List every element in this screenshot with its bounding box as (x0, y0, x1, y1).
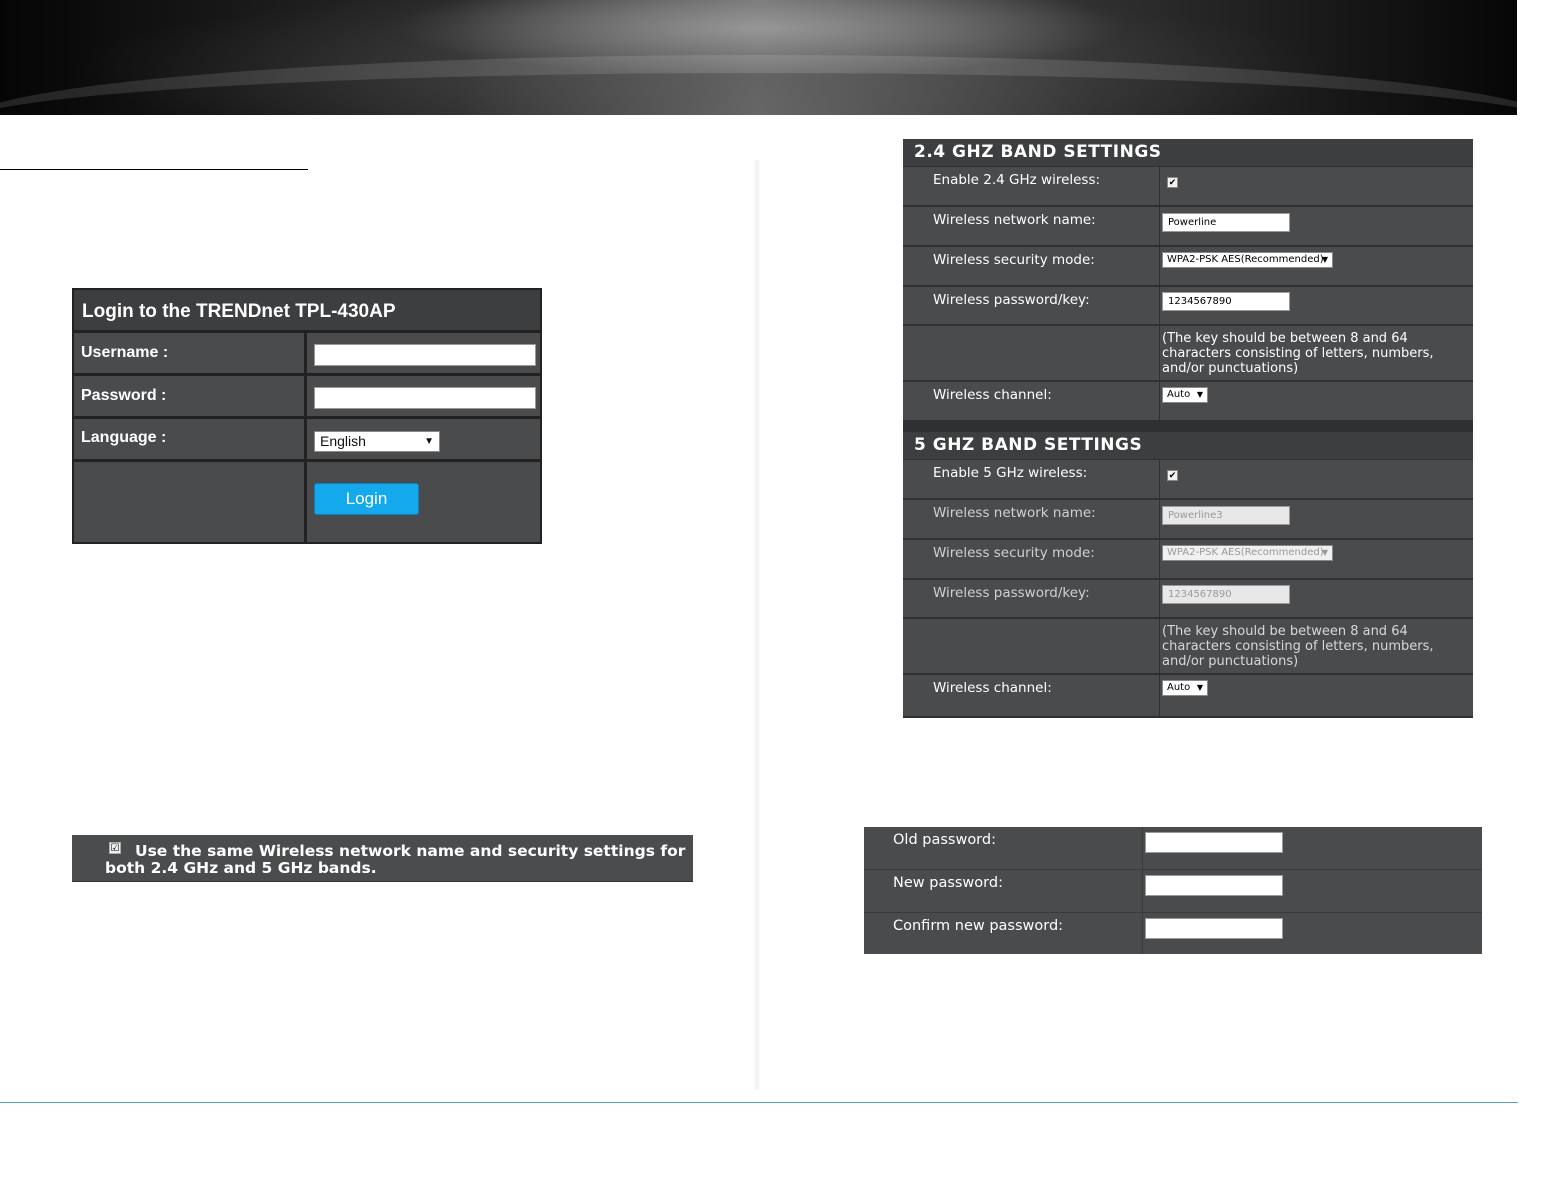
username-input-cell (307, 333, 540, 373)
band5-key-input[interactable]: 1234567890 (1162, 585, 1290, 604)
band24-channel-label-cell: Wireless channel: (903, 382, 1160, 420)
new-password-input[interactable] (1145, 875, 1283, 896)
chevron-down-icon: ▼ (424, 436, 434, 447)
band24-key-row: Wireless password/key: 1234567890 (903, 287, 1473, 324)
band24-ssid-row: Wireless network name: Powerline (903, 207, 1473, 245)
band-settings-panel: 2.4 GHZ BAND SETTINGS Enable 2.4 GHz wir… (903, 139, 1473, 718)
band24-security-label-cell: Wireless security mode: (903, 247, 1160, 285)
band24-heading: 2.4 GHZ BAND SETTINGS (903, 139, 1473, 166)
band5-security-label: Wireless security mode: (933, 545, 1095, 561)
chevron-down-icon: ▼ (1196, 390, 1203, 399)
band5-key-label: Wireless password/key: (933, 585, 1090, 601)
band5-key-note: (The key should be between 8 and 64 char… (1162, 624, 1434, 669)
band24-security-label: Wireless security mode: (933, 252, 1095, 268)
band5-security-label-cell: Wireless security mode: (903, 540, 1160, 578)
band24-ssid-input[interactable]: Powerline (1162, 213, 1290, 232)
band24-security-row: Wireless security mode: WPA2-PSK AES(Rec… (903, 247, 1473, 285)
new-password-label-cell: New password: (864, 870, 1143, 912)
button-label-cell (74, 462, 304, 542)
band24-channel-select[interactable]: Auto ▼ (1162, 387, 1208, 403)
band5-channel-label-cell: Wireless channel: (903, 675, 1160, 716)
confirm-password-input[interactable] (1145, 918, 1283, 939)
band5-key-row: Wireless password/key: 1234567890 (903, 580, 1473, 617)
password-label: Password : (81, 387, 167, 404)
band5-note-label-cell (903, 619, 1160, 673)
band5-channel-value: Auto (1167, 682, 1191, 693)
same-settings-label-line1: Use the same Wireless network name and s… (135, 842, 686, 860)
new-password-row: New password: (864, 870, 1482, 913)
band5-ssid-label: Wireless network name: (933, 505, 1096, 521)
confirm-password-label-cell: Confirm new password: (864, 913, 1143, 954)
band5-channel-select[interactable]: Auto ▼ (1162, 680, 1208, 696)
band24-ssid-label: Wireless network name: (933, 212, 1096, 228)
band24-key-input[interactable]: 1234567890 (1162, 292, 1290, 311)
band5-ssid-input[interactable]: Powerline3 (1162, 506, 1290, 525)
old-password-label: Old password: (893, 832, 996, 848)
band24-note-label-cell (903, 326, 1160, 380)
old-password-row: Old password: (864, 827, 1482, 870)
same-settings-bar: ☑ Use the same Wireless network name and… (72, 835, 693, 882)
header-banner (0, 0, 1548, 115)
band24-security-select[interactable]: WPA2-PSK AES(Recommended) ▼ (1162, 252, 1333, 268)
login-title: Login to the TRENDnet TPL-430AP (74, 290, 540, 330)
band24-enable-label-cell: Enable 2.4 GHz wireless: (903, 167, 1160, 205)
band5-enable-label: Enable 5 GHz wireless: (933, 465, 1088, 481)
heading-underline (0, 169, 308, 170)
band24-enable-row: Enable 2.4 GHz wireless: ✔ (903, 167, 1473, 205)
language-label: Language : (81, 429, 167, 446)
band24-channel-value: Auto (1167, 389, 1191, 400)
band5-enable-label-cell: Enable 5 GHz wireless: (903, 460, 1160, 498)
confirm-password-row: Confirm new password: (864, 913, 1482, 954)
band5-ssid-label-cell: Wireless network name: (903, 500, 1160, 538)
username-label-cell: Username : (74, 333, 304, 373)
band5-ssid-row: Wireless network name: Powerline3 (903, 500, 1473, 538)
username-input[interactable] (314, 344, 536, 366)
old-password-input[interactable] (1145, 832, 1283, 853)
band5-enable-row: Enable 5 GHz wireless: ✔ (903, 460, 1473, 498)
band24-security-value: WPA2-PSK AES(Recommended) (1167, 254, 1324, 265)
column-divider (753, 160, 761, 1090)
same-settings-label-line2: both 2.4 GHz and 5 GHz bands. (105, 859, 377, 877)
band24-ssid-label-cell: Wireless network name: (903, 207, 1160, 245)
chevron-down-icon: ▼ (1321, 548, 1328, 557)
band5-enable-checkbox[interactable]: ✔ (1167, 470, 1178, 481)
band24-channel-label: Wireless channel: (933, 387, 1052, 403)
band5-channel-label: Wireless channel: (933, 680, 1052, 696)
band24-channel-row: Wireless channel: Auto ▼ (903, 382, 1473, 420)
band5-heading: 5 GHZ BAND SETTINGS (903, 432, 1473, 459)
old-password-label-cell: Old password: (864, 827, 1143, 869)
confirm-password-label: Confirm new password: (893, 918, 1064, 934)
band24-enable-label: Enable 2.4 GHz wireless: (933, 172, 1101, 188)
chevron-down-icon: ▼ (1196, 683, 1203, 692)
band24-key-label-cell: Wireless password/key: (903, 287, 1160, 324)
button-cell: Login (307, 462, 540, 542)
band24-key-note: (The key should be between 8 and 64 char… (1162, 331, 1434, 376)
language-select[interactable]: English ▼ (314, 431, 440, 452)
band5-key-label-cell: Wireless password/key: (903, 580, 1160, 617)
chevron-down-icon: ▼ (1321, 255, 1328, 264)
login-panel: Login to the TRENDnet TPL-430AP Username… (72, 288, 542, 544)
band24-key-label: Wireless password/key: (933, 292, 1090, 308)
password-panel: Old password: New password: Confirm new … (864, 827, 1482, 954)
password-label-cell: Password : (74, 376, 304, 416)
username-label: Username : (81, 344, 169, 361)
same-settings-checkbox[interactable]: ☑ (109, 842, 121, 854)
band5-security-value: WPA2-PSK AES(Recommended) (1167, 547, 1324, 558)
language-value: English (320, 433, 366, 449)
band5-security-row: Wireless security mode: WPA2-PSK AES(Rec… (903, 540, 1473, 578)
band5-note-row: (The key should be between 8 and 64 char… (903, 619, 1473, 673)
password-input[interactable] (314, 387, 536, 409)
band5-channel-row: Wireless channel: Auto ▼ (903, 675, 1473, 716)
password-input-cell (307, 376, 540, 416)
band24-enable-checkbox[interactable]: ✔ (1167, 177, 1178, 188)
band24-note-row: (The key should be between 8 and 64 char… (903, 326, 1473, 380)
language-select-cell: English ▼ (307, 419, 540, 459)
band5-security-select[interactable]: WPA2-PSK AES(Recommended) ▼ (1162, 545, 1333, 561)
login-button[interactable]: Login (314, 483, 419, 515)
new-password-label: New password: (893, 875, 1003, 891)
language-label-cell: Language : (74, 419, 304, 459)
footer-rule (0, 1102, 1518, 1103)
